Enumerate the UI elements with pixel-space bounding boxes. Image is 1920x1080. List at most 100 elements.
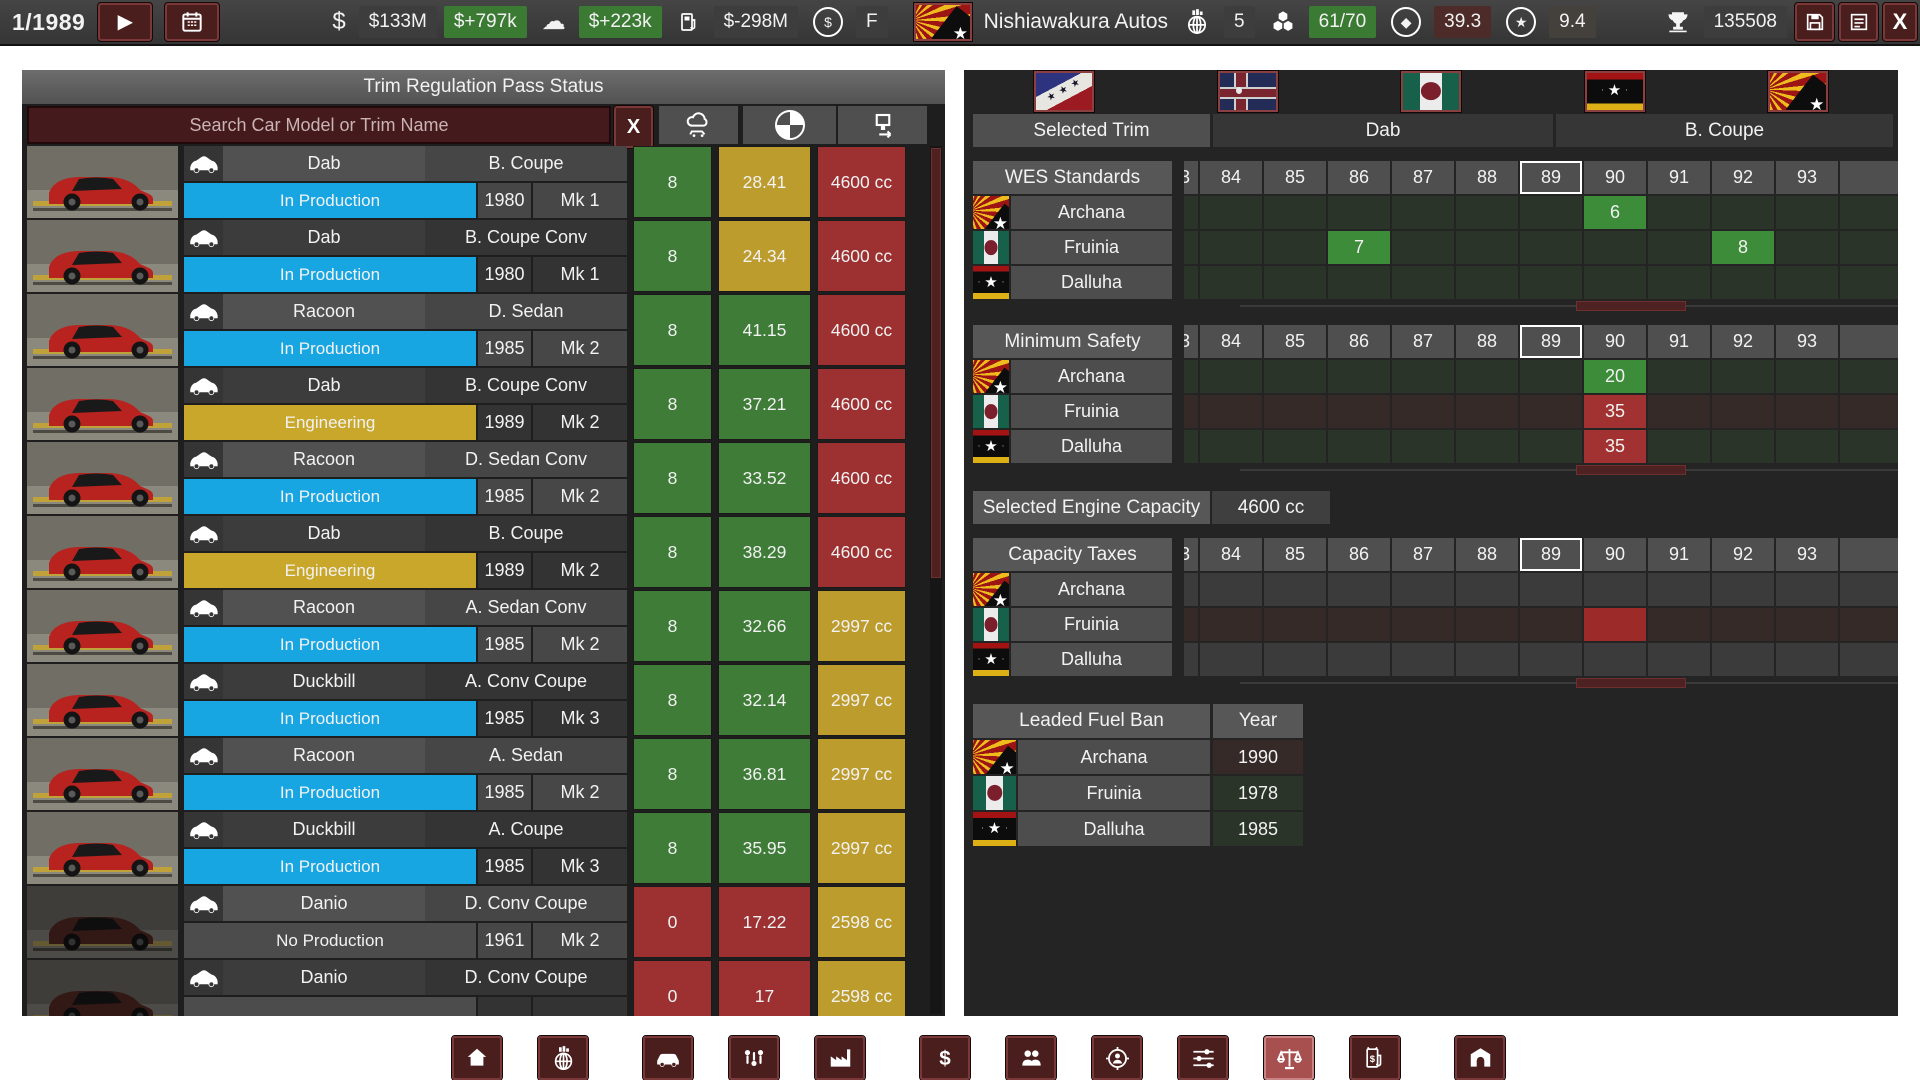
year-cell <box>1776 196 1838 229</box>
news-icon <box>1848 11 1870 33</box>
safety-cell: 28.41 <box>718 146 811 218</box>
trim-row[interactable]: DabB. Coupe ConvEngineering1989Mk 2837.2… <box>27 368 926 440</box>
save-button[interactable] <box>1795 3 1834 41</box>
save-icon <box>1804 11 1826 33</box>
country-tab-gasmea[interactable]: ★ ★ ★ <box>1034 71 1094 112</box>
trim-row[interactable]: DuckbillA. Conv CoupeIn Production1985Mk… <box>27 664 926 736</box>
emissions-cloud-car-icon <box>682 110 716 140</box>
country-tab-hetvesia[interactable] <box>1218 71 1278 112</box>
vertical-scrollbar[interactable] <box>930 146 942 1014</box>
income-value: $+223k <box>579 6 662 38</box>
nav-factories-button[interactable] <box>815 1036 865 1080</box>
cubes-icon <box>1264 6 1302 38</box>
country-tab-fruinia[interactable] <box>1401 71 1461 112</box>
play-button[interactable]: ▶ <box>98 3 152 41</box>
year-cell <box>1520 395 1582 428</box>
trim-year: 1985 <box>478 849 531 884</box>
trim-row[interactable]: RacoonA. Sedan ConvIn Production1985Mk 2… <box>27 590 926 662</box>
country-tab-archana[interactable]: ★ <box>1768 71 1828 112</box>
nav-staff-button[interactable] <box>1006 1036 1056 1080</box>
car-thumbnail <box>27 294 178 366</box>
people-icon <box>1018 1045 1045 1071</box>
h-scrollbar-thumb[interactable] <box>1576 301 1686 311</box>
table-title: Capacity Taxes <box>973 538 1172 571</box>
nav-marketing-button[interactable] <box>1092 1036 1142 1080</box>
year-cell <box>1392 266 1454 299</box>
nav-models-button[interactable] <box>643 1036 693 1080</box>
year-cell <box>1328 573 1390 606</box>
trim-year: 1985 <box>478 775 531 810</box>
trim-row[interactable]: RacoonD. Sedan ConvIn Production1985Mk 2… <box>27 442 926 514</box>
year-cell: 8 <box>1712 231 1774 264</box>
trim-row[interactable]: DabB. CoupeEngineering1989Mk 2838.294600… <box>27 516 926 588</box>
trim-row[interactable]: RacoonD. SedanIn Production1985Mk 2841.1… <box>27 294 926 366</box>
news-button[interactable] <box>1839 3 1878 41</box>
country-flag-icon: ★ <box>973 196 1009 229</box>
country-name: Dalluha <box>1011 430 1172 463</box>
year-cell <box>1328 643 1390 676</box>
search-clear-button[interactable]: X <box>614 106 653 148</box>
country-tabs: ★ ★ ★ ∙ ★ ∙ ★ <box>964 71 1898 111</box>
engine-displacement-icon <box>868 110 898 140</box>
fuel-ban-year-column: Year <box>1213 704 1303 738</box>
year-cell <box>1264 643 1326 676</box>
year-header: 93 <box>1776 325 1838 358</box>
car-thumbnail <box>27 738 178 810</box>
star-icon: ★ <box>1500 6 1542 38</box>
trim-year: 1980 <box>478 257 531 292</box>
h-scrollbar[interactable] <box>1240 465 1898 475</box>
country-flag-icon: ★ <box>973 573 1009 606</box>
emissions-cell: 8 <box>633 590 712 662</box>
vertical-scrollbar-thumb[interactable] <box>931 148 941 578</box>
car-thumbnail <box>27 590 178 662</box>
year-cell <box>1776 266 1838 299</box>
year-cell <box>1392 395 1454 428</box>
trim-row[interactable]: DabB. CoupeIn Production1980Mk 1828.4146… <box>27 146 926 218</box>
year-cell <box>1712 395 1774 428</box>
nav-regulations-button[interactable] <box>1264 1036 1314 1080</box>
year-header: 88 <box>1456 325 1518 358</box>
trim-row[interactable]: DanioD. Conv Coupe0172598 cc <box>27 960 926 1016</box>
fuel-ban-year: 1985 <box>1213 812 1303 846</box>
car-icon-cell <box>184 960 223 995</box>
capacity-cell: 2997 cc <box>817 590 906 662</box>
search-input[interactable] <box>27 106 611 144</box>
money-icon: $ <box>326 6 351 38</box>
nav-settings-button[interactable] <box>1178 1036 1228 1080</box>
h-scrollbar[interactable] <box>1240 678 1898 688</box>
year-cell <box>1520 430 1582 463</box>
country-tab-dalluha[interactable]: ∙ ★ ∙ <box>1585 71 1645 112</box>
year-cell <box>1392 430 1454 463</box>
nav-dealerships-button[interactable] <box>1455 1036 1505 1080</box>
capacity-cell: 2997 cc <box>817 812 906 884</box>
prestige-value: 39.3 <box>1434 6 1491 38</box>
year-header: 92 <box>1712 538 1774 571</box>
car-icon-cell <box>184 220 223 255</box>
trim-row[interactable]: DabB. Coupe ConvIn Production1980Mk 1824… <box>27 220 926 292</box>
h-scrollbar-thumb[interactable] <box>1576 465 1686 475</box>
capacity-cell: 2997 cc <box>817 664 906 736</box>
year-cell <box>1776 231 1838 264</box>
car-icon-cell <box>184 146 223 181</box>
safety-cell: 41.15 <box>718 294 811 366</box>
trim-row[interactable]: DanioD. Conv CoupeNo Production1961Mk 20… <box>27 886 926 958</box>
nav-fuel-button[interactable]: $ <box>1350 1036 1400 1080</box>
h-scrollbar-thumb[interactable] <box>1576 678 1686 688</box>
calendar-button[interactable] <box>165 3 219 41</box>
country-flag-icon <box>973 776 1016 810</box>
close-button[interactable]: X <box>1883 3 1917 41</box>
h-scrollbar[interactable] <box>1240 301 1898 311</box>
trim-regulation-panel: Trim Regulation Pass Status X DabB. Coup… <box>22 70 945 1016</box>
trim-row[interactable]: RacoonA. SedanIn Production1985Mk 2836.8… <box>27 738 926 810</box>
trim-mark <box>533 997 627 1016</box>
year-header: 85 <box>1264 325 1326 358</box>
trim-row[interactable]: DuckbillA. CoupeIn Production1985Mk 3835… <box>27 812 926 884</box>
country-name: Archana <box>1011 196 1172 229</box>
nav-engines-button[interactable] <box>729 1036 779 1080</box>
nav-home-button[interactable] <box>452 1036 502 1080</box>
year-cell <box>1456 266 1518 299</box>
year-header: 90 <box>1584 325 1646 358</box>
nav-world-button[interactable] <box>538 1036 588 1080</box>
trim-mark: Mk 2 <box>533 479 627 514</box>
nav-finances-button[interactable]: $ <box>920 1036 970 1080</box>
